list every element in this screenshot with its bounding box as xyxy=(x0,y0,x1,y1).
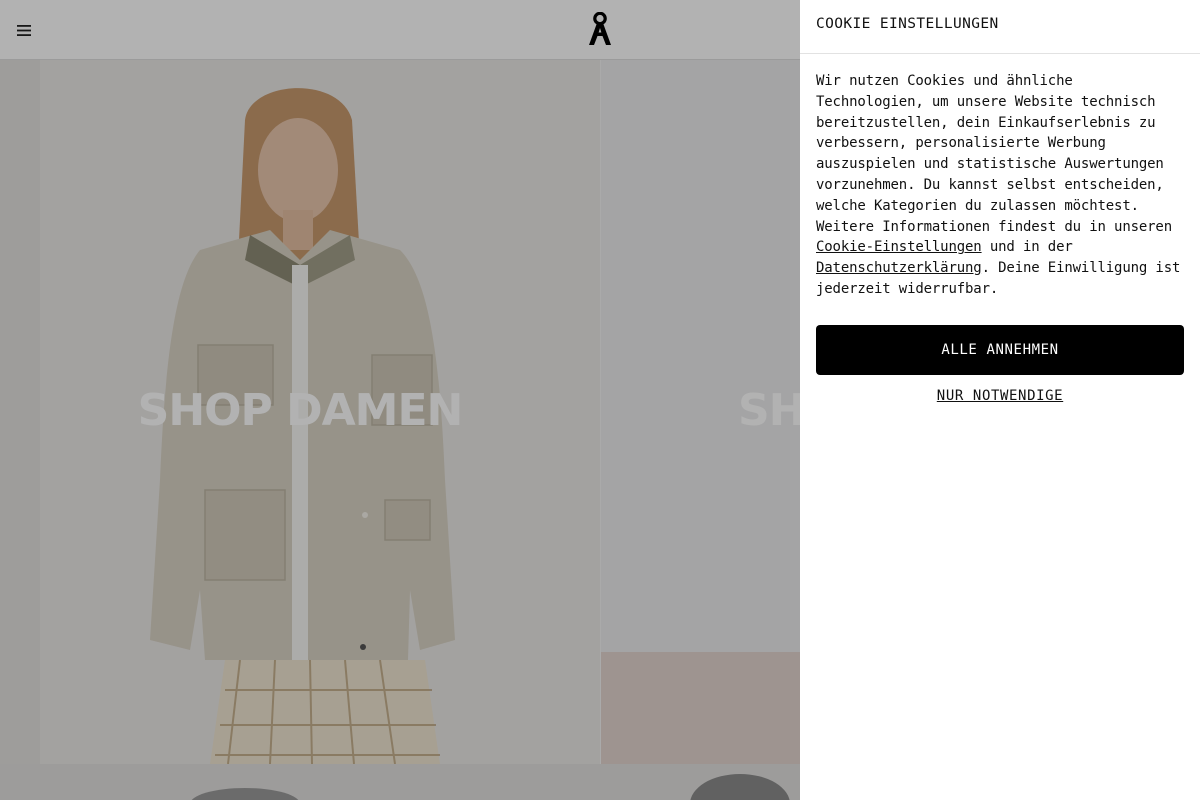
privacy-policy-link[interactable]: Datenschutzerklärung xyxy=(816,260,982,276)
cookie-panel-title: COOKIE EINSTELLUNGEN xyxy=(800,0,1200,54)
page: SHOP DAMEN SH COOKIE EINSTELLUNGEN Wir n… xyxy=(0,0,1200,800)
cookie-consent-panel: COOKIE EINSTELLUNGEN Wir nutzen Cookies … xyxy=(800,0,1200,800)
necessary-only-link[interactable]: NUR NOTWENDIGE xyxy=(800,388,1200,404)
accept-all-button[interactable]: ALLE ANNEHMEN xyxy=(816,325,1184,375)
cookie-text-part1: Wir nutzen Cookies und ähnliche Technolo… xyxy=(816,73,1172,235)
cookie-text-part2: und in der xyxy=(981,239,1073,256)
cookie-description: Wir nutzen Cookies und ähnliche Technolo… xyxy=(800,54,1200,300)
cookie-settings-link[interactable]: Cookie-Einstellungen xyxy=(816,239,982,255)
